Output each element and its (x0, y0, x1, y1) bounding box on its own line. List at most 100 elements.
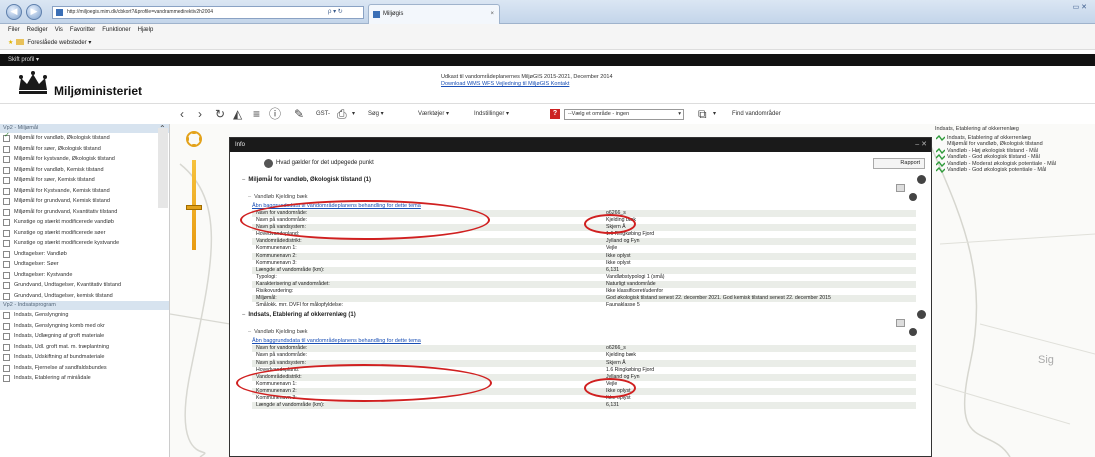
layer-checkbox[interactable] (3, 271, 10, 279)
forward-button[interactable]: ▶ (26, 4, 42, 20)
info-tool-icon[interactable]: ⓘ (269, 104, 281, 124)
export-icon[interactable] (896, 184, 905, 192)
tab-close-icon[interactable]: × (490, 5, 494, 23)
layer-checkbox[interactable] (3, 364, 10, 372)
sidebar-layer-item[interactable]: Miljømål for Kystvande, Kemisk tilstand (0, 186, 169, 197)
tools-menu[interactable]: Værktøjer ▾ (418, 104, 449, 124)
layer-checkbox[interactable] (3, 187, 10, 195)
settings-menu[interactable]: Indstillinger ▾ (474, 104, 509, 124)
menu-item-0[interactable]: Filer (8, 27, 20, 33)
section-action-icon[interactable] (917, 175, 926, 184)
sidebar-layer-item[interactable]: Indsats, Udskiftning af bundmateriale (0, 352, 169, 363)
layer-checkbox[interactable] (3, 229, 10, 237)
search-menu[interactable]: Søg ▾ (368, 104, 384, 124)
info-subsection-title[interactable]: – Vandløb Kjelding bæk (230, 327, 931, 337)
browser-tab[interactable]: Miljøgis × (368, 4, 500, 24)
info-section-title[interactable]: – Miljømål for vandløb, Økologisk tilstan… (230, 174, 931, 186)
collapse-icon[interactable]: – (242, 177, 245, 183)
sidebar-layer-item[interactable]: Indsats, Fjernelse af sandfaldsbundes (0, 363, 169, 374)
layer-checkbox[interactable] (3, 240, 10, 247)
sidebar-layer-item[interactable]: Kunstige og stærkt modificerede kystvand… (0, 238, 169, 249)
forward-arrow-icon[interactable]: › (198, 104, 202, 124)
menu-item-1[interactable]: Rediger (27, 27, 48, 33)
back-button[interactable]: ◀ (6, 4, 22, 20)
sidebar-group-title[interactable]: Vp2 - Miljømål (0, 124, 169, 133)
layer-checkbox[interactable] (3, 208, 10, 216)
collapse-icon[interactable]: – (248, 194, 251, 200)
layer-checkbox[interactable] (3, 333, 10, 340)
layer-checkbox[interactable] (3, 282, 10, 289)
sidebar-scrollbar[interactable]: ⌃ (158, 124, 168, 208)
collapse-icon[interactable]: – (242, 312, 245, 318)
back-arrow-icon[interactable]: ‹ (180, 104, 184, 124)
favorites-star-icon[interactable]: ★ (8, 40, 13, 46)
layer-checkbox[interactable] (3, 198, 10, 205)
gst-button[interactable]: GST- (316, 104, 330, 124)
sidebar-layer-item[interactable]: Miljømål for søer, Økologisk tilstand (0, 144, 169, 155)
zoom-slider-handle[interactable] (186, 205, 202, 210)
layer-checkbox[interactable] (3, 261, 10, 268)
window-minimize-close-icon[interactable]: – ✕ (915, 138, 927, 152)
layers-dropdown-icon[interactable]: ▾ (713, 104, 716, 124)
sidebar-layer-item[interactable]: Miljømål for vandløb, Kemisk tilstand (0, 165, 169, 176)
notice-links[interactable]: Download WMS WFS Vejledning til MiljøGIS… (441, 81, 613, 88)
subsection-action-icon[interactable] (909, 328, 917, 337)
print-dropdown-icon[interactable]: ▾ (352, 104, 355, 124)
profile-switch-button[interactable]: Skift profil ▾ (8, 57, 39, 63)
measure-icon[interactable]: ◭ (233, 104, 242, 124)
layers-icon[interactable]: ⧉ (698, 104, 707, 124)
layer-checkbox[interactable] (3, 343, 10, 351)
menu-item-2[interactable]: Vis (55, 27, 63, 33)
draw-icon[interactable]: ✎ (294, 104, 304, 124)
sidebar-layer-item[interactable]: Kunstige og stærkt modificerede søer (0, 228, 169, 239)
info-section-title[interactable]: – Indsats, Etablering af okkerrenlæg (1) (230, 309, 931, 321)
sidebar-layer-item[interactable]: Miljømål for vandløb, Økologisk tilstand (0, 133, 169, 144)
layer-checkbox[interactable] (3, 219, 10, 226)
sidebar-layer-item[interactable]: Indsats, Udlægning af groft materiale (0, 331, 169, 342)
layer-checkbox[interactable] (3, 133, 10, 142)
sidebar-layer-item[interactable]: Undtagelser: Søer (0, 259, 169, 270)
layer-checkbox[interactable] (3, 166, 10, 174)
refresh-icon[interactable]: ↻ (215, 104, 225, 124)
print-icon[interactable]: ⎙ (337, 104, 347, 124)
layer-checkbox[interactable] (3, 145, 10, 153)
report-button[interactable]: Rapport (873, 158, 925, 169)
sidebar-layer-item[interactable]: Undtagelser: Vandløb (0, 249, 169, 260)
sidebar-layer-item[interactable]: Grundvand, Undtagelser, kemisk tilstand (0, 291, 169, 302)
address-controls[interactable]: ρ ▾ ↻ (328, 6, 343, 19)
sidebar-layer-item[interactable]: Indsats, Genslyngning (0, 310, 169, 321)
help-icon[interactable]: ? (550, 109, 560, 119)
sidebar-layer-item[interactable]: Miljømål for kystvande, Økologisk tilsta… (0, 154, 169, 165)
layer-checkbox[interactable] (3, 156, 10, 163)
list-icon[interactable]: ≡ (253, 104, 260, 124)
scroll-up-icon[interactable]: ⌃ (159, 124, 166, 133)
address-bar[interactable]: http://miljoegis.mim.dk/cbkort?&profile=… (52, 6, 364, 19)
pan-control-icon[interactable] (185, 130, 203, 148)
suggested-sites-link[interactable]: Foreslåede websteder ▾ (27, 40, 91, 46)
area-select[interactable]: --Vælg et område - ingen ▾ (564, 109, 684, 120)
export-icon[interactable] (896, 319, 905, 328)
sidebar-layer-item[interactable]: Miljømål for grundvand, Kvantitativ tils… (0, 207, 169, 218)
sidebar-layer-item[interactable]: Indsats, Udl. groft mat. m. træplantning (0, 342, 169, 353)
sidebar-group-title[interactable]: Vp2 - Indsatsprogram (0, 301, 169, 310)
background-data-link[interactable]: Åbn baggrundsdata til vandområdeplanens … (230, 337, 931, 345)
sidebar-layer-item[interactable]: Miljømål for grundvand, Kemisk tilstand (0, 196, 169, 207)
layer-checkbox[interactable] (3, 250, 10, 258)
subsection-action-icon[interactable] (909, 193, 917, 201)
find-water-bodies-button[interactable]: Find vandområder (732, 104, 781, 124)
sidebar-layer-item[interactable]: Indsats, Etablering af miniådale (0, 373, 169, 384)
sidebar-layer-item[interactable]: Grundvand, Undtagelser, Kvantitativ tils… (0, 280, 169, 291)
menu-item-3[interactable]: Favoritter (70, 27, 95, 33)
layer-checkbox[interactable] (3, 322, 10, 330)
sidebar-layer-item[interactable]: Miljømål for søer, Kemisk tilstand (0, 175, 169, 186)
menu-item-4[interactable]: Funktioner (102, 27, 130, 33)
layer-checkbox[interactable] (3, 375, 10, 382)
sidebar-layer-item[interactable]: Undtagelser: Kystvande (0, 270, 169, 281)
layer-checkbox[interactable] (3, 177, 10, 184)
layer-checkbox[interactable] (3, 312, 10, 319)
sidebar-layer-item[interactable]: Indsats, Genslyngning komb med okr (0, 321, 169, 332)
sidebar-layer-item[interactable]: Kunstige og stærkt modificerede vandløb (0, 217, 169, 228)
collapse-icon[interactable]: – (248, 329, 251, 335)
section-action-icon[interactable] (917, 310, 926, 320)
layer-checkbox[interactable] (3, 292, 10, 300)
